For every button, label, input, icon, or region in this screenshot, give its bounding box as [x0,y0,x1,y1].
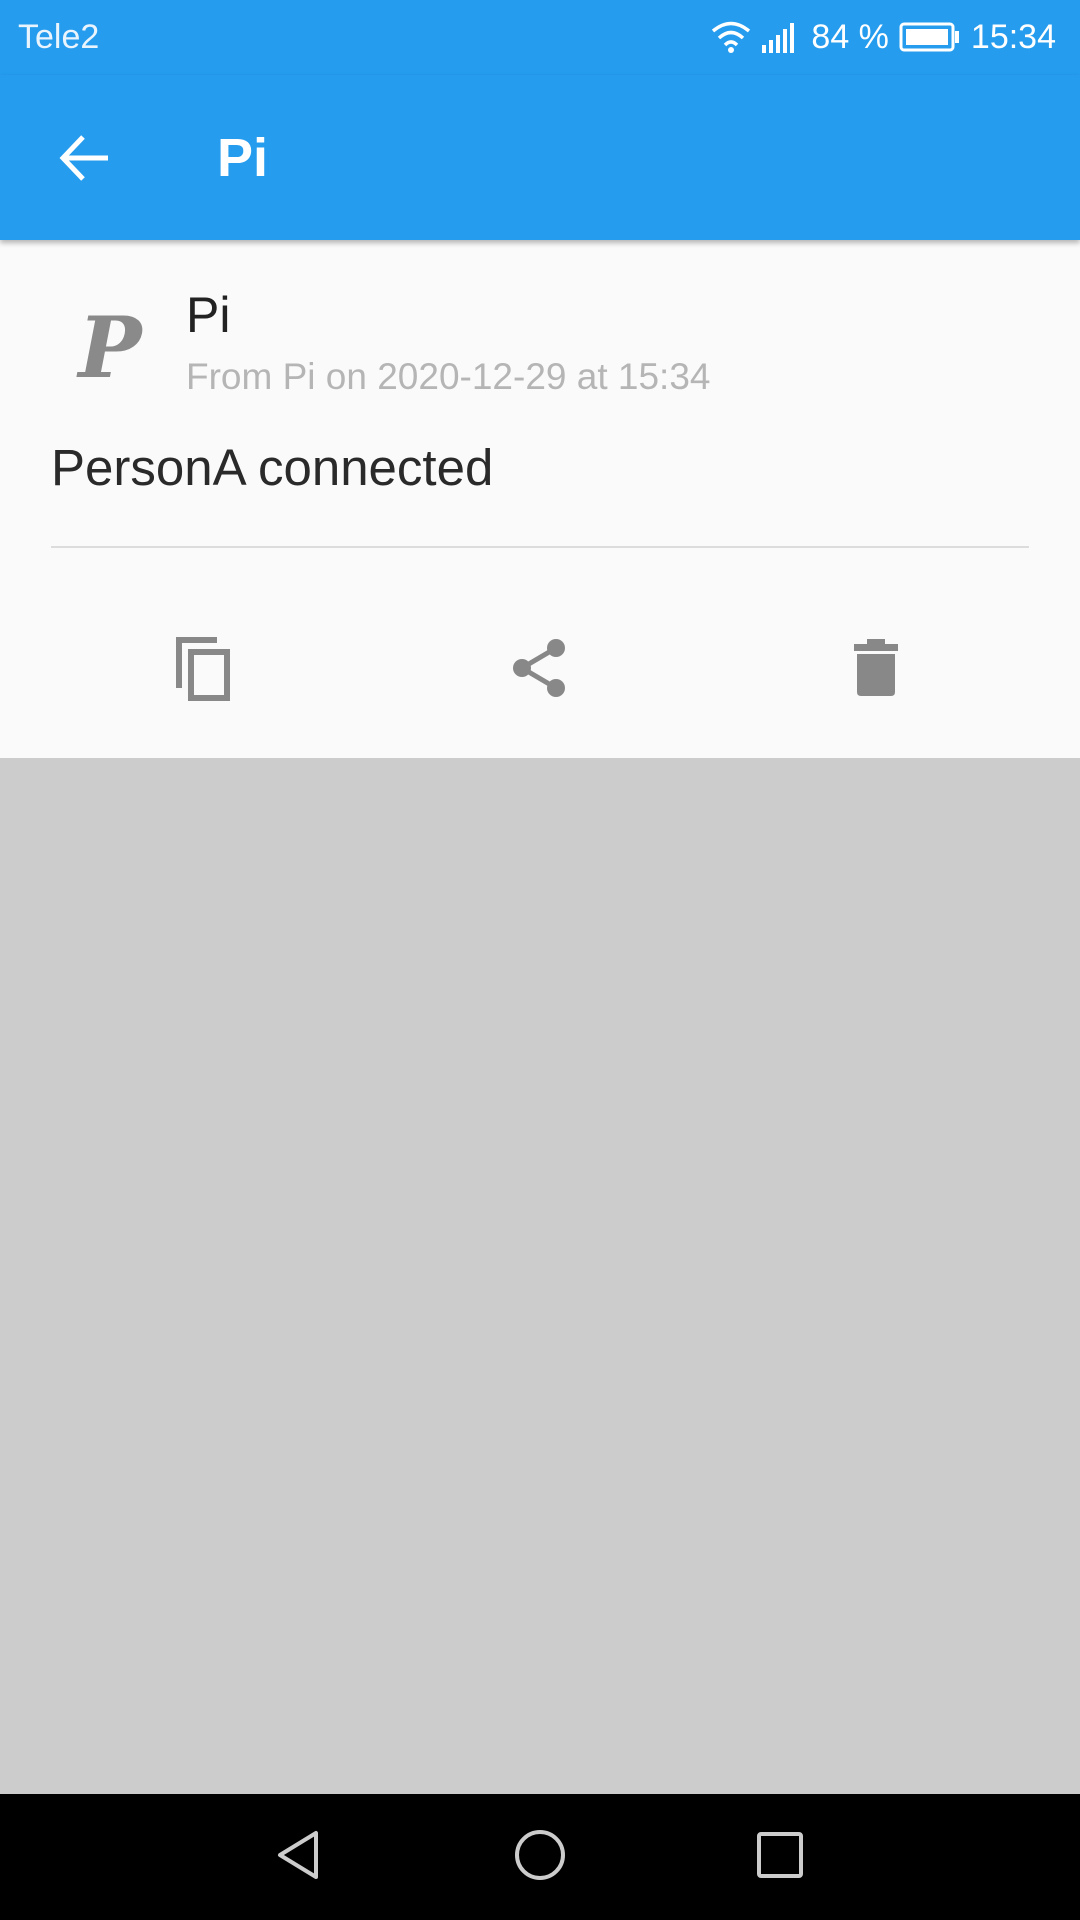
app-logo: P [78,297,142,397]
status-icons: 84 % 15:34 [711,14,1056,60]
share-button[interactable] [480,610,600,730]
signal-icon [761,21,801,53]
wifi-icon [711,20,751,54]
arrow-back-icon [58,133,112,188]
message-meta: From Pi on 2020-12-29 at 15:34 [186,356,711,397]
sender-name: Pi [186,287,231,343]
app-bar: Pi [0,75,1080,240]
status-time: 15:34 [970,17,1056,56]
nav-back-button[interactable] [250,1807,350,1907]
nav-home-icon [512,1827,568,1888]
nav-recents-icon [752,1827,808,1888]
carrier-name: Tele2 [18,18,100,56]
page-title: Pi [217,128,269,188]
share-icon [510,636,570,705]
back-button[interactable] [45,120,125,200]
message-body: PersonA connected [51,439,494,496]
nav-home-button[interactable] [490,1807,590,1907]
battery-icon [899,22,961,52]
status-bar: Tele2 84 % 15:34 [0,0,1080,75]
trash-icon [852,638,900,703]
battery-percent: 84 % [811,17,889,56]
nav-recents-button[interactable] [730,1807,830,1907]
delete-button[interactable] [816,610,936,730]
divider [51,546,1029,548]
copy-icon [173,634,233,707]
message-card: P Pi From Pi on 2020-12-29 at 15:34 Pers… [0,240,1080,758]
navigation-bar [0,1794,1080,1920]
nav-back-icon [272,1827,328,1888]
copy-button[interactable] [143,610,263,730]
